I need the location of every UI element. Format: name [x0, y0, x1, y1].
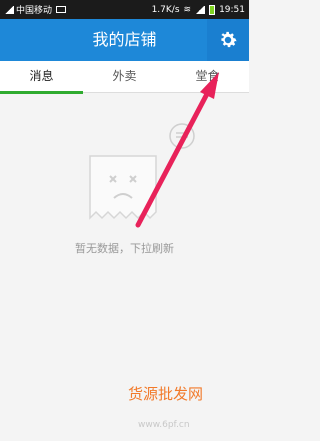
tab-dine-in-label: 堂食 [195, 69, 220, 83]
tab-dine-in[interactable]: 堂食 [166, 61, 249, 93]
status-bar: 中国移动 1.7K/s ≋ 19:51 [0, 0, 249, 19]
gear-icon [221, 31, 237, 48]
network-speed: 1.7K/s [151, 4, 180, 15]
tab-takeout-label: 外卖 [112, 69, 137, 83]
mail-icon [56, 6, 67, 13]
cell-signal-icon [195, 5, 206, 14]
clock: 19:51 [219, 4, 245, 15]
watermark-url: www.6pf.cn [138, 420, 190, 430]
empty-state-message: 暂无数据，下拉刷新 [75, 242, 174, 255]
empty-receipt-icon [89, 155, 157, 220]
carrier-label: 中国移动 [16, 6, 53, 16]
tab-bar: 消息 外卖 堂食 [0, 61, 249, 94]
watermark: 货源批发网 [128, 383, 246, 404]
tab-indicator [0, 91, 83, 94]
tab-messages-label: 消息 [29, 69, 54, 83]
menu-circle-icon [169, 123, 195, 149]
battery-icon [209, 4, 216, 15]
signal-icon [4, 5, 14, 14]
tab-takeout[interactable]: 外卖 [83, 61, 166, 93]
tab-messages[interactable]: 消息 [0, 61, 83, 94]
settings-button[interactable] [207, 19, 249, 61]
watermark-text: 货源批发网 [128, 385, 204, 403]
wifi-icon: ≋ [183, 4, 192, 15]
app-bar: 我的店铺 [0, 19, 249, 61]
